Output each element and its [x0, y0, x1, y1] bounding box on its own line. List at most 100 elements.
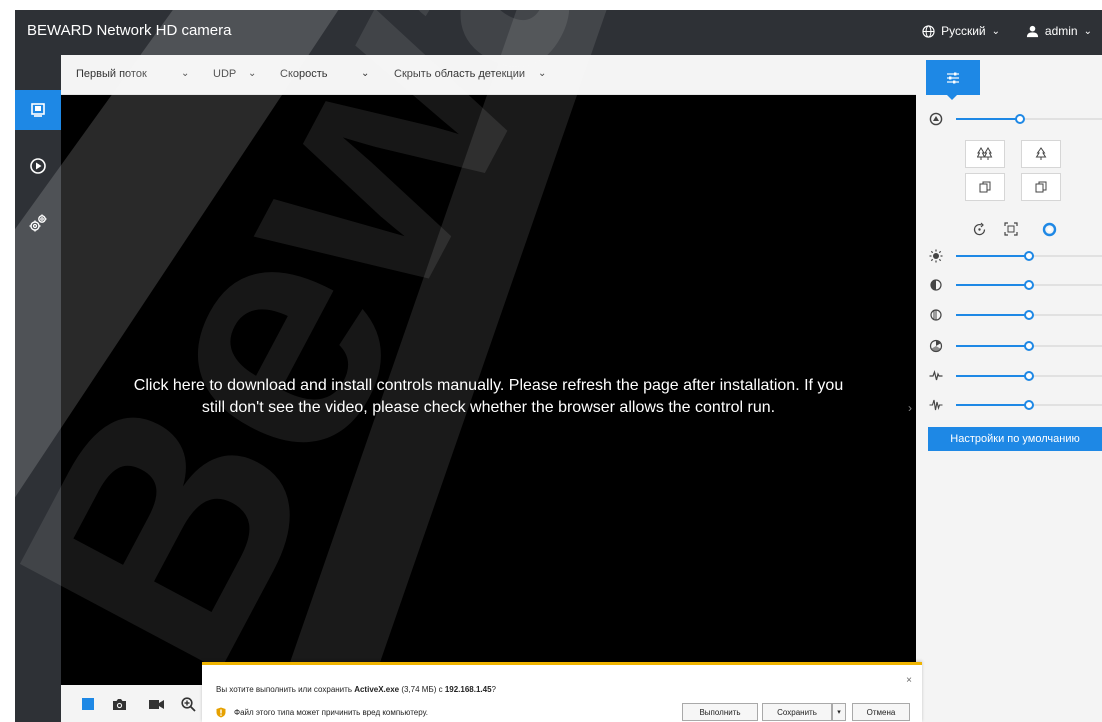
save-button[interactable]: Сохранить [762, 703, 832, 721]
zoom-in-button[interactable] [1021, 140, 1061, 168]
nav-playback[interactable] [15, 146, 61, 186]
user-icon [1026, 25, 1038, 37]
chevron-right-icon[interactable]: › [908, 401, 912, 415]
stop-icon [82, 698, 94, 710]
gears-icon [29, 214, 47, 232]
slider-track [956, 114, 1102, 124]
globe-icon [922, 24, 935, 38]
user-menu[interactable]: admin ⌄ [1026, 24, 1092, 38]
language-label: Русский [941, 24, 986, 38]
copy-icon [979, 181, 991, 193]
slider-fill [956, 314, 1029, 316]
slider-track [956, 310, 1102, 320]
warning-text: Файл этого типа может причинить вред ком… [234, 708, 429, 717]
zoom-speed-icon [928, 111, 944, 127]
save-options-dropdown[interactable]: ▾ [832, 703, 846, 721]
frame-icon [1004, 222, 1018, 236]
slider-knob[interactable] [1024, 400, 1034, 410]
auto-focus-button[interactable] [969, 219, 989, 239]
slider-knob[interactable] [1024, 280, 1034, 290]
zoom-speed-slider[interactable] [928, 111, 1102, 127]
chevron-down-icon[interactable]: ⌄ [361, 68, 369, 79]
noise-reduction-icon [928, 397, 944, 413]
play-circle-icon [30, 158, 46, 174]
brightness-icon [928, 248, 944, 264]
file-size: (3,74 МБ) с [399, 685, 445, 694]
slider-fill [956, 404, 1029, 406]
saturation-slider[interactable] [928, 307, 1102, 323]
plugin-download-message[interactable]: Click here to download and install contr… [61, 375, 916, 419]
sharpness-slider[interactable] [928, 368, 1102, 384]
slider-track [956, 371, 1102, 381]
record-button[interactable] [148, 696, 164, 712]
hue-slider[interactable] [928, 338, 1102, 354]
top-header: BEWARD Network HD camera Русский ⌄ admin… [15, 10, 1102, 55]
contrast-icon [928, 277, 944, 293]
noise-reduction-slider[interactable] [928, 397, 1102, 413]
close-icon[interactable]: × [906, 675, 912, 686]
brightness-slider[interactable] [928, 248, 1102, 264]
video-area[interactable]: Click here to download and install contr… [61, 95, 916, 685]
digital-zoom-button[interactable] [180, 696, 196, 712]
tree-icon [1035, 147, 1047, 160]
download-question: Вы хотите выполнить или сохранить Active… [216, 685, 496, 694]
copy-icon [1035, 181, 1047, 193]
slider-track [956, 341, 1102, 351]
chevron-down-icon[interactable]: ⌄ [181, 68, 189, 79]
camera-icon [112, 698, 126, 710]
monitor-icon [31, 103, 45, 117]
one-push-focus-button[interactable] [1039, 219, 1059, 239]
message-line: Click here to download and install contr… [133, 377, 844, 394]
detection-area-select[interactable]: Скрыть область детекции [394, 68, 525, 80]
contrast-slider[interactable] [928, 277, 1102, 293]
slider-fill [956, 375, 1029, 377]
slider-knob[interactable] [1024, 341, 1034, 351]
user-label: admin [1044, 24, 1078, 38]
message-line: still don't see the video, please check … [201, 399, 776, 416]
hue-icon [928, 338, 944, 354]
stop-button[interactable] [80, 696, 96, 712]
refresh-dot-icon [973, 222, 985, 235]
stream-select[interactable]: Первый поток [76, 68, 147, 80]
chevron-down-icon[interactable]: ⌄ [248, 68, 256, 79]
focus-far-button[interactable] [1021, 173, 1061, 201]
camera-web-interface: BEWARD Network HD camera Русский ⌄ admin… [0, 0, 1102, 722]
slider-fill [956, 284, 1029, 286]
slider-knob[interactable] [1024, 251, 1034, 261]
tab-pointer [947, 95, 957, 100]
snapshot-button[interactable] [111, 696, 127, 712]
app-title: BEWARD Network HD camera [27, 22, 232, 39]
stream-toolbar: Первый поток ⌄ UDP ⌄ Скорость ⌄ Скрыть о… [61, 55, 916, 95]
slider-knob[interactable] [1024, 310, 1034, 320]
sync-icon [1042, 222, 1056, 236]
sliders-icon [947, 72, 959, 83]
slider-knob[interactable] [1024, 371, 1034, 381]
language-selector[interactable]: Русский ⌄ [922, 24, 1000, 38]
slider-track [956, 251, 1102, 261]
focus-near-button[interactable] [965, 173, 1005, 201]
file-name: ActiveX.exe [354, 685, 400, 694]
speed-select[interactable]: Скорость [280, 68, 328, 80]
chevron-down-icon[interactable]: ⌄ [538, 68, 546, 79]
zoom-out-button[interactable] [965, 140, 1005, 168]
host-address: 192.168.1.45 [444, 685, 492, 694]
chevron-down-icon: ⌄ [991, 25, 1000, 37]
nav-settings[interactable] [15, 203, 61, 243]
video-camera-icon [148, 699, 164, 709]
protocol-select[interactable]: UDP [213, 68, 236, 80]
shield-warning-icon [216, 707, 226, 718]
cancel-button[interactable]: Отмена [852, 703, 910, 721]
image-settings-panel: Настройки по умолчанию [916, 55, 1102, 722]
run-button[interactable]: Выполнить [682, 703, 758, 721]
slider-track [956, 280, 1102, 290]
trees-icon [977, 147, 993, 160]
nav-live-view[interactable] [15, 90, 61, 130]
question-suffix: ? [491, 685, 496, 694]
sharpness-icon [928, 368, 944, 384]
slider-knob[interactable] [1015, 114, 1026, 124]
restore-defaults-button[interactable]: Настройки по умолчанию [928, 427, 1102, 451]
tab-image-settings[interactable] [926, 60, 980, 95]
slider-fill [956, 118, 1021, 120]
question-prefix: Вы хотите выполнить или сохранить [216, 685, 355, 694]
lens-init-button[interactable] [1001, 219, 1021, 239]
